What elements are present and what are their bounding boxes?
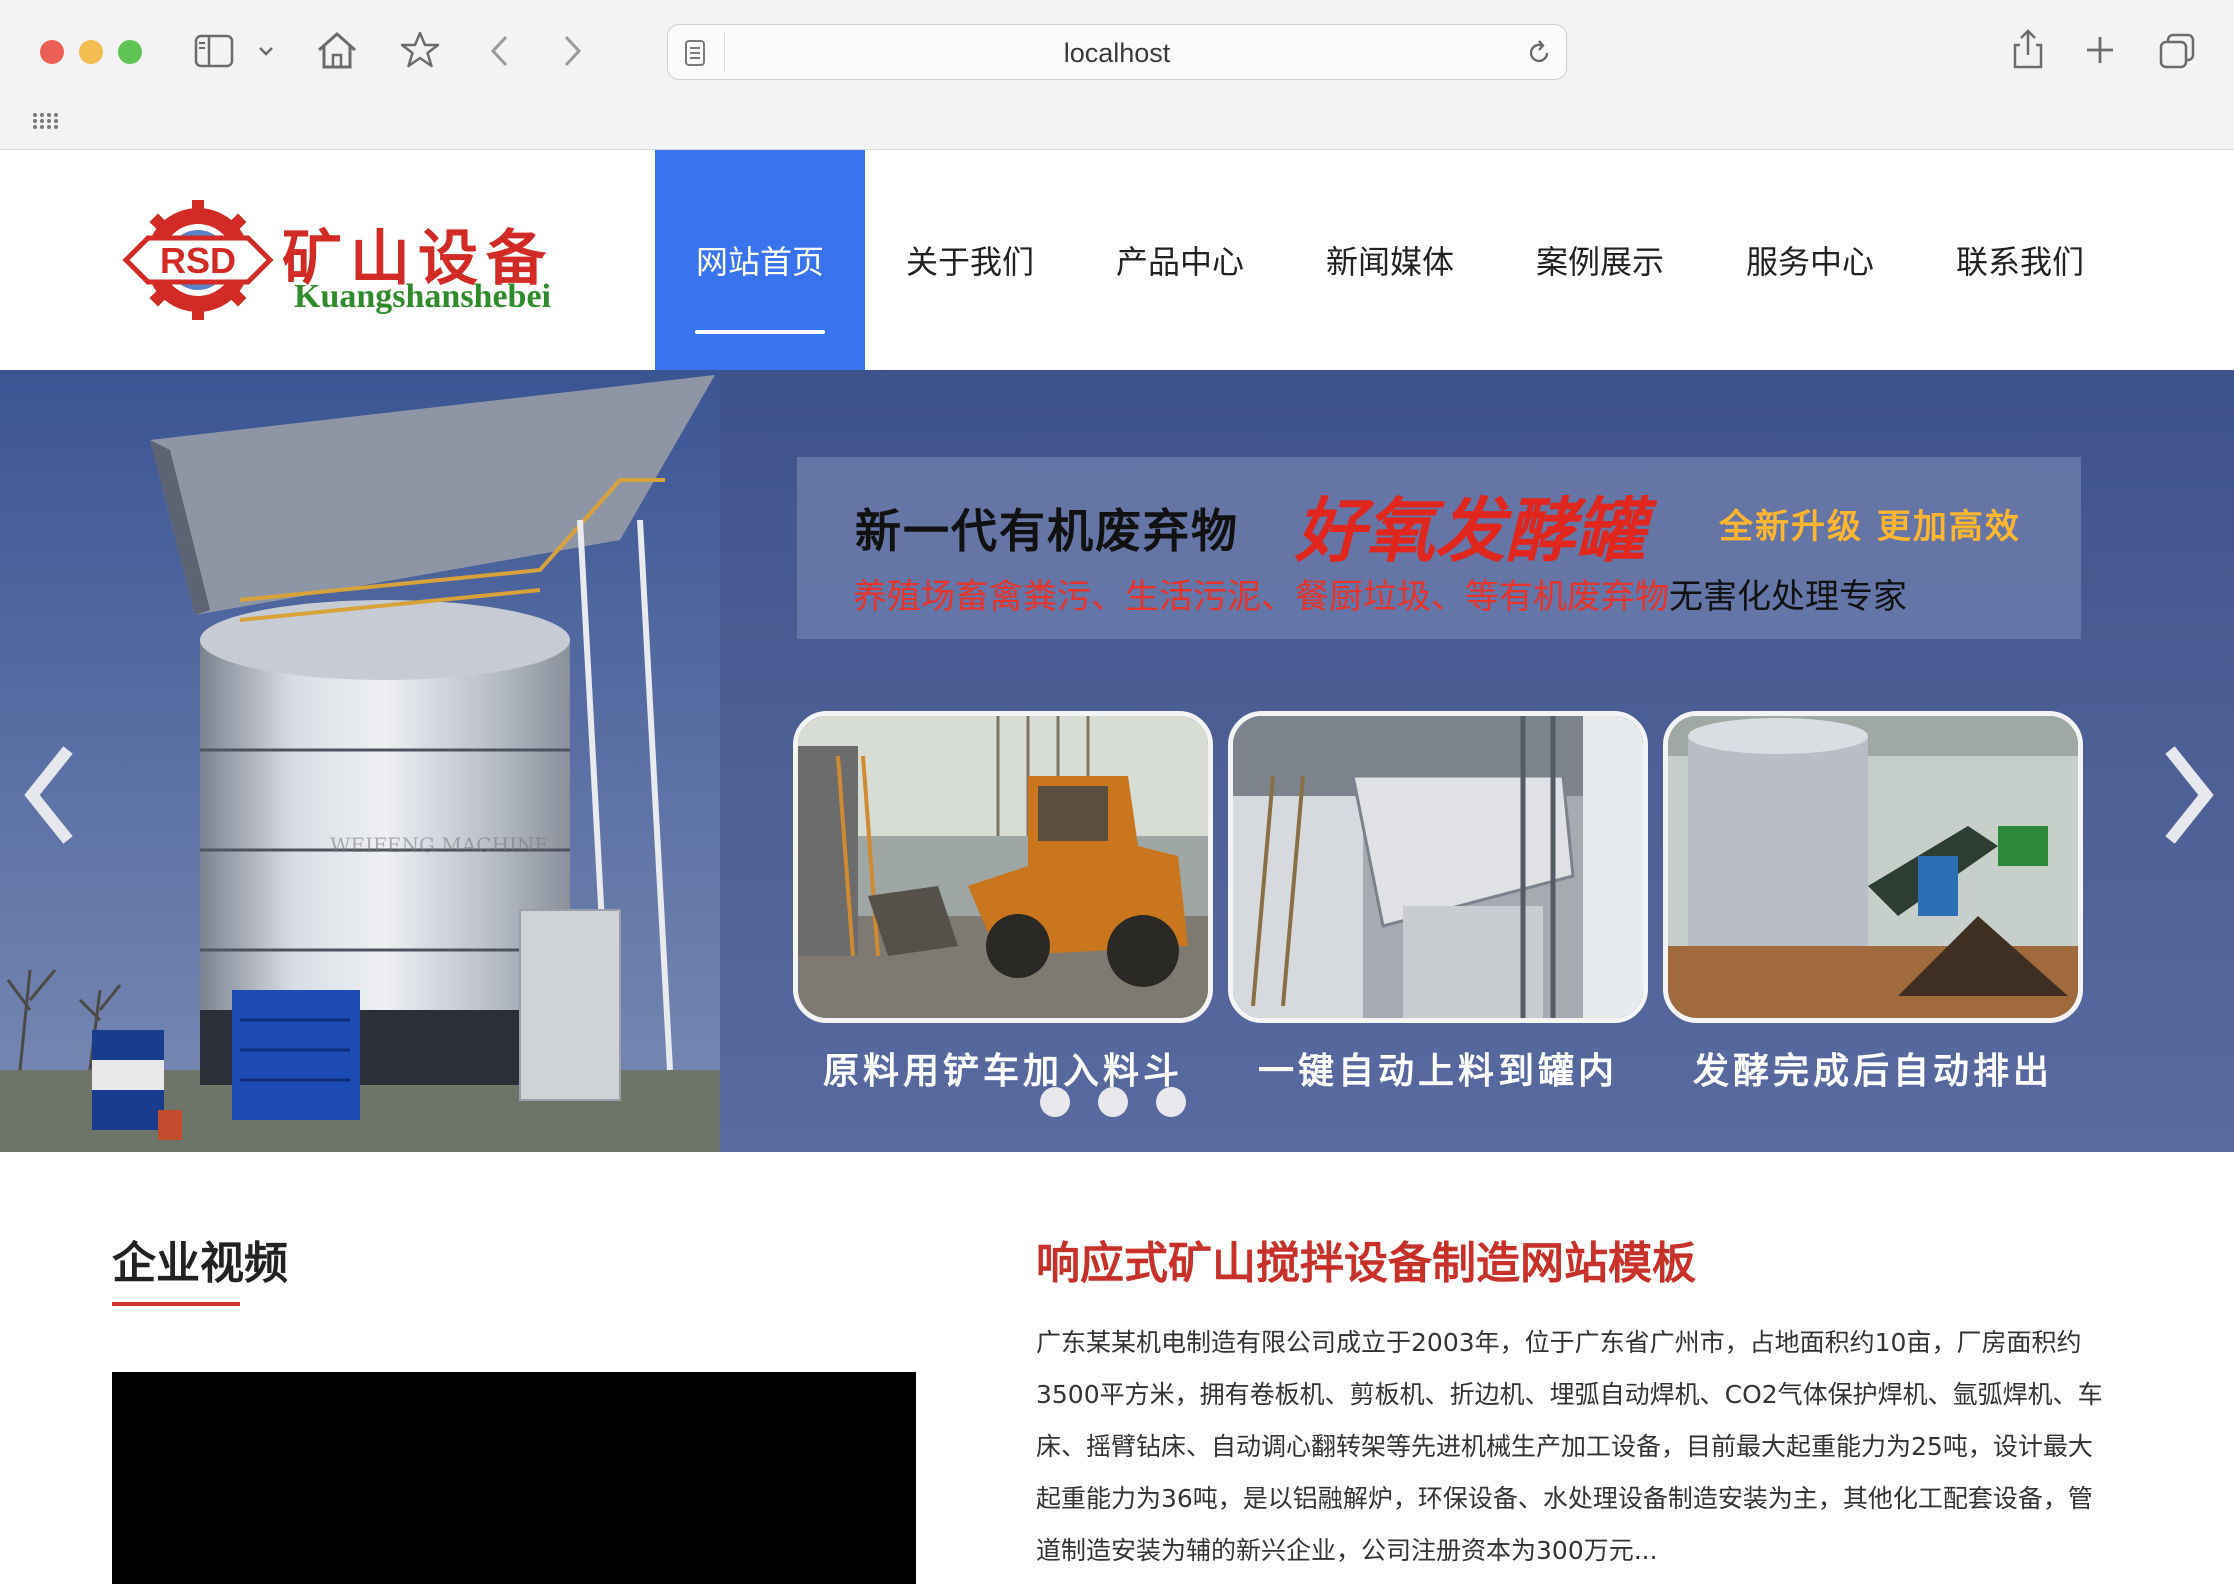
next-slide-arrow-icon[interactable] <box>2158 740 2218 850</box>
banner-thumb-hopper <box>1228 711 1648 1023</box>
reload-icon[interactable] <box>1526 39 1552 67</box>
title-underline <box>112 1302 240 1306</box>
back-icon[interactable] <box>488 34 512 68</box>
nav-item-service[interactable]: 服务中心 <box>1705 150 1915 370</box>
share-icon[interactable] <box>2011 28 2045 70</box>
video-player[interactable] <box>112 1372 916 1584</box>
tank-watermark: WEIFENG MACHINE <box>330 833 549 857</box>
slide-dot-3[interactable] <box>1156 1087 1186 1117</box>
slide-dot-2[interactable] <box>1098 1087 1128 1117</box>
intro-section: 企业视频 响应式矿山搅拌设备制造网站模板 广东某某机电制造有限公司成立于2003… <box>0 1152 2234 1584</box>
headline-panel: 新一代有机废弃物 好氧发酵罐 全新升级 更加高效 养殖场畜禽粪污、生活污泥、餐厨… <box>797 457 2081 639</box>
logo-english-name: Kuangshanshebei <box>294 278 551 315</box>
nav-item-cases[interactable]: 案例展示 <box>1495 150 1705 370</box>
nav-item-about[interactable]: 关于我们 <box>865 150 1075 370</box>
site-logo[interactable]: RSD 矿山设备 Kuangshanshebei <box>122 200 562 320</box>
minimize-window-button[interactable] <box>79 40 103 64</box>
sidebar-toggle-icon[interactable] <box>194 34 234 68</box>
about-title[interactable]: 响应式矿山搅拌设备制造网站模板 <box>1036 1227 1696 1291</box>
slide-dot-1[interactable] <box>1040 1087 1070 1117</box>
prev-slide-arrow-icon[interactable] <box>20 740 80 850</box>
headline-subline: 养殖场畜禽粪污、生活污泥、餐厨垃圾、等有机废弃物无害化处理专家 <box>853 569 1907 618</box>
banner-thumb-discharge <box>1663 711 2083 1023</box>
thumb-caption-discharge: 发酵完成后自动排出 <box>1692 1050 2053 1092</box>
chevron-down-icon[interactable] <box>258 45 274 57</box>
close-window-button[interactable] <box>40 40 64 64</box>
nav-item-products[interactable]: 产品中心 <box>1075 150 1285 370</box>
subline-expert: 无害化处理专家 <box>1669 577 1907 617</box>
address-bar[interactable]: localhost <box>667 24 1567 80</box>
home-icon[interactable] <box>316 30 358 70</box>
about-text: 广东某某机电制造有限公司成立于2003年，位于广东省广州市，占地面积约10亩，厂… <box>1036 1328 2103 1565</box>
main-nav: 网站首页 关于我们 产品中心 新闻媒体 案例展示 服务中心 联系我们 <box>655 150 2125 370</box>
new-tab-icon[interactable] <box>2084 34 2116 66</box>
fermentation-tank-image: WEIFENG MACHINE <box>0 370 720 1152</box>
subline-waste-types: 养殖场畜禽粪污、生活污泥、餐厨垃圾、等有机废弃物 <box>853 577 1669 617</box>
forward-icon[interactable] <box>560 34 584 68</box>
thumb-caption-hopper: 一键自动上料到罐内 <box>1257 1050 1618 1092</box>
headline-tagline: 全新升级 更加高效 <box>1719 507 2021 547</box>
headline-product: 好氧发酵罐 <box>1295 489 1645 572</box>
headline-prefix: 新一代有机废弃物 <box>855 504 1239 558</box>
logo-mark-text: RSD <box>160 240 236 281</box>
browser-toolbar: localhost <box>0 0 2234 150</box>
nav-item-contact[interactable]: 联系我们 <box>1915 150 2125 370</box>
url-text: localhost <box>1063 38 1171 68</box>
star-icon[interactable] <box>400 30 440 70</box>
apps-grid-icon[interactable] <box>32 112 58 130</box>
video-section-title: 企业视频 <box>112 1238 288 1289</box>
site-header: RSD 矿山设备 Kuangshanshebei 网站首页 关于我们 产品中心 … <box>0 150 2234 370</box>
zoom-window-button[interactable] <box>118 40 142 64</box>
hero-banner[interactable]: WEIFENG MACHINE 新一代有机废弃物 好氧发酵罐 全新升级 更加高效… <box>0 370 2234 1152</box>
slide-pager <box>1040 1087 1186 1117</box>
banner-thumb-loader <box>793 711 1213 1023</box>
gear-logo-icon: RSD <box>122 200 274 320</box>
tab-overview-icon[interactable] <box>2158 32 2196 70</box>
nav-item-home[interactable]: 网站首页 <box>655 150 865 370</box>
nav-item-news[interactable]: 新闻媒体 <box>1285 150 1495 370</box>
